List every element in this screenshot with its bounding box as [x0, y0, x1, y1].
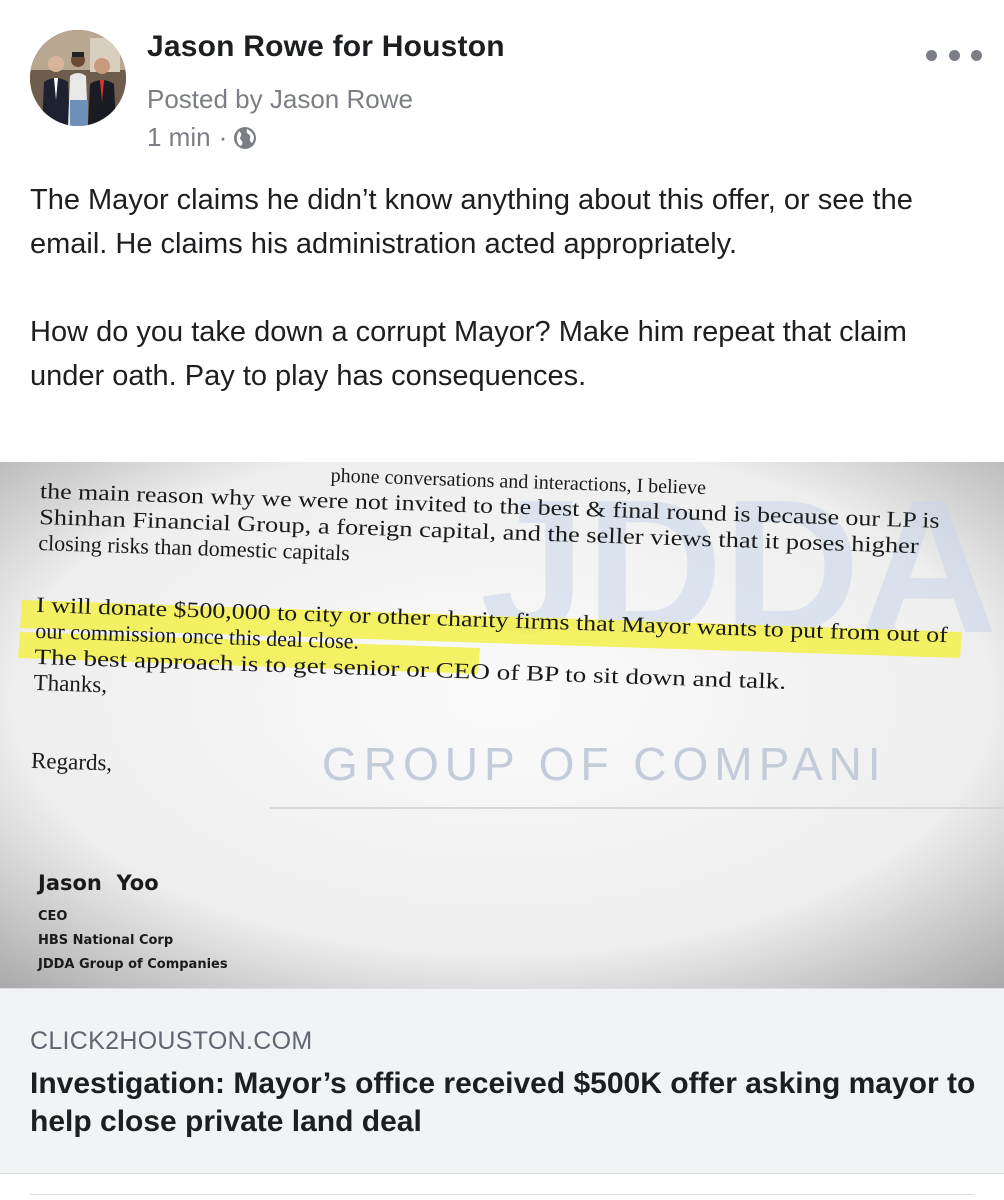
- signature-line: HBS National Corp: [38, 933, 173, 948]
- link-title[interactable]: Investigation: Mayor’s office received $…: [30, 1065, 980, 1141]
- link-domain: CLICK2HOUSTON.COM: [30, 1027, 313, 1055]
- post-timestamp[interactable]: 1 min: [147, 122, 211, 153]
- posted-by-label: Posted by Jason Rowe: [147, 84, 413, 114]
- watermark-text: GROUP OF COMPANI: [322, 738, 887, 790]
- signature-line: JDDA Group of Companies: [37, 957, 228, 972]
- more-options-icon[interactable]: [926, 40, 982, 70]
- post-message: The Mayor claims he didn’t know anything…: [30, 178, 980, 398]
- signature-name: Jason Yoo: [36, 871, 159, 895]
- page-name[interactable]: Jason Rowe for Houston: [147, 30, 505, 64]
- link-preview-image[interactable]: JDDA GROUP OF COMPANI phone conversation…: [0, 462, 1004, 988]
- facebook-post: Jason Rowe for Houston Posted by Jason R…: [0, 0, 1004, 1200]
- document-line: Thanks,: [33, 670, 107, 697]
- globe-icon[interactable]: [233, 126, 257, 150]
- page-avatar[interactable]: [30, 30, 126, 126]
- divider: [30, 1194, 974, 1195]
- post-paragraph: The Mayor claims he didn’t know anything…: [30, 184, 913, 260]
- post-paragraph: How do you take down a corrupt Mayor? Ma…: [30, 316, 907, 392]
- meta-separator: ·: [218, 122, 228, 152]
- post-meta: 1 min ·: [147, 122, 257, 153]
- link-preview-card[interactable]: CLICK2HOUSTON.COM Investigation: Mayor’s…: [0, 988, 1004, 1174]
- signature-line: CEO: [38, 909, 67, 924]
- document-line: Regards,: [31, 748, 113, 776]
